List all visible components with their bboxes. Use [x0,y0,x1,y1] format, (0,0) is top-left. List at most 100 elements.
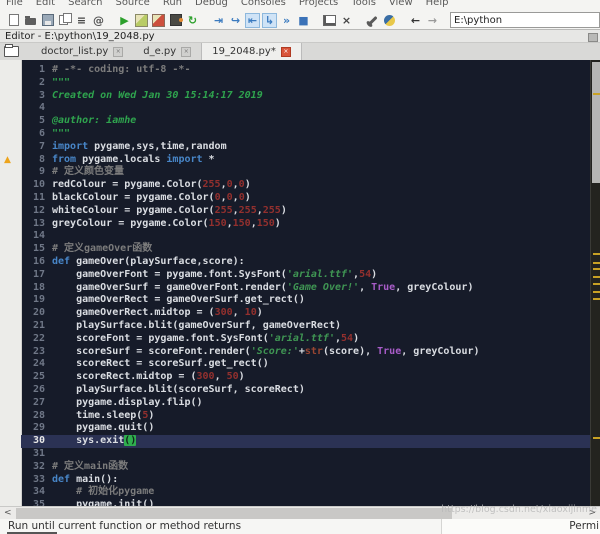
continue-icon[interactable]: » [279,13,294,28]
list-icon[interactable]: ≡ [74,13,89,28]
run-to-cursor-icon[interactable]: ⇥ [211,13,226,28]
horizontal-scrollbar-thumb[interactable] [16,508,452,519]
attach-icon[interactable] [168,13,183,28]
code-line-22[interactable]: 22 scoreFont = pygame.font.SysFont('aria… [21,333,590,346]
scroll-right-icon[interactable]: > [588,508,596,519]
tab-19-2048-py[interactable]: 19_2048.py*× [201,43,302,60]
python-icon[interactable] [382,13,397,28]
menu-item-tools[interactable]: Tools [351,0,376,8]
menu-item-view[interactable]: View [389,0,413,8]
code-line-5[interactable]: 5@author: iamhe [21,115,590,128]
python-icon [384,15,395,26]
menu-item-edit[interactable]: Edit [36,0,55,8]
line-number: 20 [21,307,52,320]
code-line-18[interactable]: 18 gameOverSurf = gameOverFont.render('G… [21,282,590,295]
folder-icon[interactable] [4,46,19,57]
step-into-icon[interactable]: ↳ [262,13,277,28]
code-line-6[interactable]: 6""" [21,128,590,141]
code-token: playSurface.blit(scoreSurf, scoreRect) [52,384,305,395]
code-line-31[interactable]: 31 [21,448,590,461]
code-token: , greyColour) [401,346,479,357]
tab-close-icon[interactable]: × [281,47,291,57]
nav-forward-icon[interactable]: → [425,13,440,28]
code-line-15[interactable]: 15# 定义gameOver函数 [21,243,590,256]
save-icon[interactable] [40,13,55,28]
ide-window: File Edit Search Source Run Debug Consoles Proj… [0,0,600,534]
tab-d-e-py[interactable]: d_e.py× [133,43,201,60]
path-input[interactable]: E:\python [450,12,600,28]
code-line-9[interactable]: 9# 定义颜色变量 [21,166,590,179]
line-number: 14 [21,230,52,243]
code-line-17[interactable]: 17 gameOverFont = pygame.font.SysFont('a… [21,269,590,282]
code-token: gameOverRect.midtop = ( [52,307,215,318]
menu-item-file[interactable]: File [6,0,23,8]
code-line-1[interactable]: 1# -*- coding: utf-8 -*- [21,64,590,77]
save-layout-icon[interactable] [322,13,337,28]
code-line-23[interactable]: 23 scoreSurf = scoreFont.render('Score:'… [21,346,590,359]
code-line-7[interactable]: 7import pygame,sys,time,random [21,141,590,154]
code-line-19[interactable]: 19 gameOverRect = gameOverSurf.get_rect(… [21,294,590,307]
code-line-13[interactable]: 13greyColour = pygame.Color(150,150,150) [21,218,590,231]
scrollbar-marker-icon [593,262,600,264]
menu-item-source[interactable]: Source [115,0,149,8]
code-token: pygame.init() [52,499,154,506]
code-line-20[interactable]: 20 gameOverRect.midtop = (300, 10) [21,307,590,320]
code-token: 'arial.ttf' [287,269,353,280]
code-line-30[interactable]: 30 sys.exit() [21,435,590,448]
code-line-8[interactable]: 8from pygame.locals import * [21,154,590,167]
tab-close-icon[interactable]: × [181,47,191,57]
code-token: scoreFont = pygame.font.SysFont( [52,333,269,344]
menu-item-debug[interactable]: Debug [195,0,228,8]
code-line-28[interactable]: 28 time.sleep(5) [21,410,590,423]
menu-item-run[interactable]: Run [163,0,182,8]
code-line-16[interactable]: 16def gameOver(playSurface,score): [21,256,590,269]
open-folder-icon[interactable] [23,13,38,28]
wrench-icon[interactable] [365,13,380,28]
code-line-2[interactable]: 2""" [21,77,590,90]
menu-item-help[interactable]: Help [426,0,449,8]
code-line-4[interactable]: 4 [21,102,590,115]
code-line-11[interactable]: 11blackColour = pygame.Color(0,0,0) [21,192,590,205]
code-line-10[interactable]: 10redColour = pygame.Color(255,0,0) [21,179,590,192]
code-line-29[interactable]: 29 pygame.quit() [21,422,590,435]
panel-options-icon[interactable] [588,33,598,42]
line-number: 29 [21,422,52,435]
code-line-35[interactable]: 35 pygame.init() [21,499,590,506]
code-line-32[interactable]: 32# 定义main函数 [21,461,590,474]
code-line-33[interactable]: 33def main(): [21,474,590,487]
menu-item-search[interactable]: Search [68,0,102,8]
step-out-icon[interactable]: ⇤ [245,13,260,28]
code-line-24[interactable]: 24 scoreRect = scoreSurf.get_rect() [21,358,590,371]
code-line-12[interactable]: 12whiteColour = pygame.Color(255,255,255… [21,205,590,218]
code-line-21[interactable]: 21 playSurface.blit(gameOverSurf, gameOv… [21,320,590,333]
restart-icon[interactable]: ↻ [185,13,200,28]
menu-item-consoles[interactable]: Consoles [241,0,286,8]
code-line-14[interactable]: 14 [21,230,590,243]
email-icon[interactable]: @ [91,13,106,28]
breakpoint-gutter[interactable]: ▲ [0,60,22,506]
vertical-scrollbar-thumb[interactable] [592,62,600,183]
code-line-26[interactable]: 26 playSurface.blit(scoreSurf, scoreRect… [21,384,590,397]
horizontal-scrollbar[interactable]: < > [0,506,600,520]
debug-icon[interactable] [134,13,149,28]
editor-title-bar: Editor - E:\python\19_2048.py [0,30,600,43]
debug-stop-icon[interactable] [151,13,166,28]
tab-doctor-list-py[interactable]: doctor_list.py× [31,43,133,60]
nav-back-icon[interactable]: ← [408,13,423,28]
code-line-34[interactable]: 34 # 初始化pygame [21,486,590,499]
stop-icon[interactable]: ■ [296,13,311,28]
code-line-25[interactable]: 25 scoreRect.midtop = (300, 50) [21,371,590,384]
scroll-left-icon[interactable]: < [4,508,12,519]
step-over-icon[interactable]: ↪ [228,13,243,28]
run-icon[interactable]: ▶ [117,13,132,28]
maximize-icon[interactable]: × [339,13,354,28]
vertical-scrollbar[interactable] [590,60,600,506]
code-line-27[interactable]: 27 pygame.display.flip() [21,397,590,410]
code-editor[interactable]: ▲ 1# -*- coding: utf-8 -*-2"""3Created o… [0,60,600,506]
save-copy-icon[interactable] [57,13,72,28]
code-token: pygame.locals [76,154,166,165]
menu-item-projects[interactable]: Projects [299,0,338,8]
new-file-icon[interactable] [6,13,21,28]
code-line-3[interactable]: 3Created on Wed Jan 30 15:14:17 2019 [21,90,590,103]
tab-close-icon[interactable]: × [113,47,123,57]
